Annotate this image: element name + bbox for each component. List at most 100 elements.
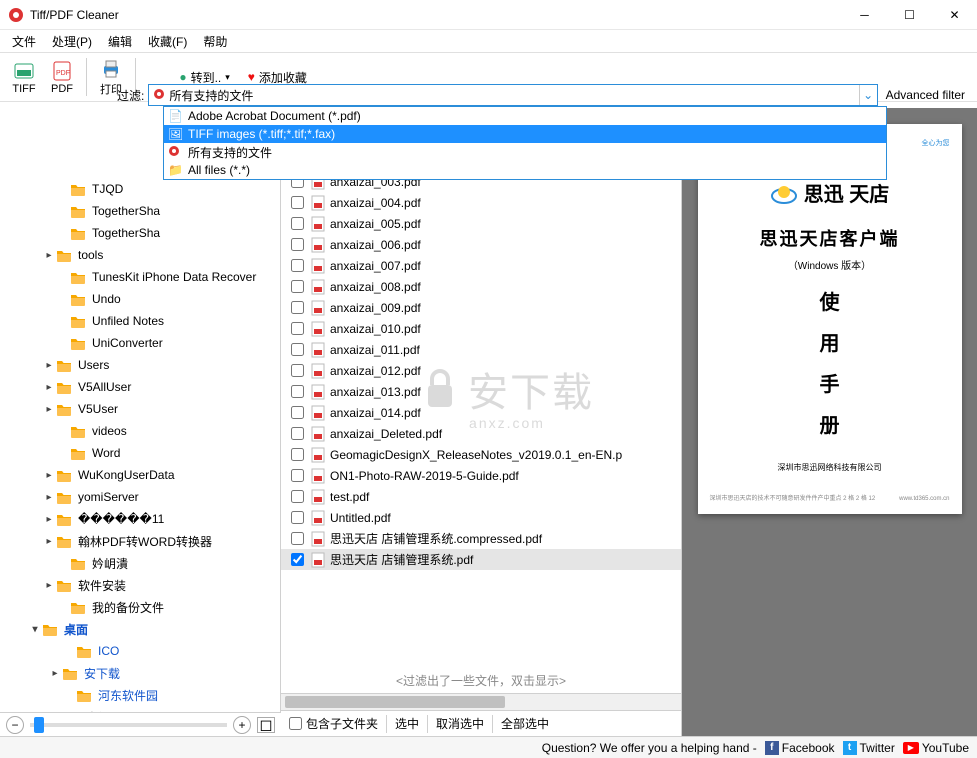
expand-arrow-icon[interactable]: ▸	[42, 250, 56, 261]
expand-arrow-icon[interactable]: ▾	[28, 624, 42, 635]
include-subfolders[interactable]: 包含子文件夹	[281, 712, 386, 735]
tree-item[interactable]: videos	[0, 420, 280, 442]
filter-combobox[interactable]: 所有支持的文件 ⌄	[148, 84, 877, 106]
tree-item[interactable]: ▸yomiServer	[0, 486, 280, 508]
expand-arrow-icon[interactable]: ▸	[42, 580, 56, 591]
pdf-button[interactable]: PDF PDF	[44, 57, 80, 97]
filtered-note[interactable]: <过滤出了一些文件，双击显示>	[281, 672, 681, 689]
file-checkbox[interactable]	[291, 364, 304, 377]
file-row[interactable]: ON1-Photo-RAW-2019-5-Guide.pdf	[281, 465, 681, 486]
tree-item[interactable]: ▸WuKongUserData	[0, 464, 280, 486]
expand-arrow-icon[interactable]: ▸	[42, 360, 56, 371]
tree-item[interactable]: ▸������11	[0, 508, 280, 530]
file-row[interactable]: anxaizai_013.pdf	[281, 381, 681, 402]
tree-item[interactable]: TJQD	[0, 178, 280, 200]
minimize-button[interactable]: ─	[842, 0, 887, 30]
file-row[interactable]: anxaizai_006.pdf	[281, 234, 681, 255]
file-checkbox[interactable]	[291, 406, 304, 419]
file-checkbox[interactable]	[291, 469, 304, 482]
youtube-link[interactable]: ▶YouTube	[903, 741, 969, 755]
zoom-in-button[interactable]: +	[233, 716, 251, 734]
tree-item[interactable]: TogetherSha	[0, 222, 280, 244]
file-row[interactable]: anxaizai_004.pdf	[281, 192, 681, 213]
file-row[interactable]: anxaizai_007.pdf	[281, 255, 681, 276]
tree-item[interactable]: ▾桌面	[0, 618, 280, 640]
file-row[interactable]: GeomagicDesignX_ReleaseNotes_v2019.0.1_e…	[281, 444, 681, 465]
checkall-button[interactable]: 全部选中	[493, 712, 557, 735]
file-checkbox[interactable]	[291, 196, 304, 209]
tree-item[interactable]: ▸V5User	[0, 398, 280, 420]
file-checkbox[interactable]	[291, 385, 304, 398]
expand-arrow-icon[interactable]: ▸	[42, 514, 56, 525]
file-checkbox[interactable]	[291, 532, 304, 545]
close-button[interactable]: ✕	[932, 0, 977, 30]
file-row[interactable]: anxaizai_009.pdf	[281, 297, 681, 318]
tree-item[interactable]: 我的备份文件	[0, 596, 280, 618]
dropdown-item-pdf[interactable]: 📄Adobe Acrobat Document (*.pdf)	[164, 107, 886, 125]
file-row[interactable]: 思迅天店 店铺管理系统.pdf	[281, 549, 681, 570]
expand-arrow-icon[interactable]: ▸	[42, 470, 56, 481]
file-row[interactable]: anxaizai_014.pdf	[281, 402, 681, 423]
menu-process[interactable]: 处理(P)	[44, 31, 100, 52]
zoom-slider[interactable]	[30, 723, 227, 727]
tree-item[interactable]: ▸翰林PDF转WORD转换器	[0, 530, 280, 552]
file-checkbox[interactable]	[291, 553, 304, 566]
maximize-button[interactable]: ☐	[887, 0, 932, 30]
facebook-link[interactable]: fFacebook	[765, 741, 835, 755]
tree-item[interactable]: TogetherSha	[0, 200, 280, 222]
file-checkbox[interactable]	[291, 427, 304, 440]
file-checkbox[interactable]	[291, 490, 304, 503]
file-checkbox[interactable]	[291, 448, 304, 461]
tree-item[interactable]: ▸tools	[0, 244, 280, 266]
tree-item[interactable]: Undo	[0, 288, 280, 310]
file-row[interactable]: test.pdf	[281, 486, 681, 507]
file-checkbox[interactable]	[291, 301, 304, 314]
tree-item[interactable]: Word	[0, 442, 280, 464]
file-row[interactable]: 思迅天店 店铺管理系统.compressed.pdf	[281, 528, 681, 549]
uncheck-button[interactable]: 取消选中	[428, 712, 492, 735]
chevron-down-icon[interactable]: ⌄	[859, 85, 877, 105]
tree-item[interactable]: TunesKit iPhone Data Recover	[0, 266, 280, 288]
tree-item[interactable]: UniConverter	[0, 332, 280, 354]
file-row[interactable]: anxaizai_012.pdf	[281, 360, 681, 381]
tree-item[interactable]: ICO	[0, 640, 280, 662]
file-checkbox[interactable]	[291, 343, 304, 356]
dropdown-item-tiff[interactable]: 🖼TIFF images (*.tiff;*.tif;*.fax)	[164, 125, 886, 143]
file-row[interactable]: anxaizai_008.pdf	[281, 276, 681, 297]
filelist-hscrollbar[interactable]	[281, 693, 681, 710]
tree-item[interactable]: ▸V5AllUser	[0, 376, 280, 398]
fit-button[interactable]: ◻	[257, 717, 275, 733]
menu-file[interactable]: 文件	[4, 31, 44, 52]
check-button[interactable]: 选中	[387, 712, 427, 735]
expand-arrow-icon[interactable]: ▸	[42, 382, 56, 393]
tree-item[interactable]: Unfiled Notes	[0, 310, 280, 332]
file-row[interactable]: anxaizai_005.pdf	[281, 213, 681, 234]
file-checkbox[interactable]	[291, 322, 304, 335]
tree-item[interactable]: ▸Users	[0, 354, 280, 376]
tree-item[interactable]: 妗岄潰	[0, 552, 280, 574]
tree-item[interactable]: ▸安下载	[0, 662, 280, 684]
advanced-filter-link[interactable]: Advanced filter	[882, 88, 969, 102]
tiff-button[interactable]: TIFF	[6, 57, 42, 97]
expand-arrow-icon[interactable]: ▸	[42, 492, 56, 503]
file-checkbox[interactable]	[291, 259, 304, 272]
expand-arrow-icon[interactable]: ▸	[42, 536, 56, 547]
tree-item[interactable]: ▸软件安装	[0, 574, 280, 596]
dropdown-item-all[interactable]: 📁All files (*.*)	[164, 161, 886, 179]
file-checkbox[interactable]	[291, 217, 304, 230]
file-checkbox[interactable]	[291, 511, 304, 524]
expand-arrow-icon[interactable]: ▸	[42, 404, 56, 415]
file-row[interactable]: anxaizai_010.pdf	[281, 318, 681, 339]
twitter-link[interactable]: tTwitter	[843, 741, 895, 755]
expand-arrow-icon[interactable]: ▸	[48, 668, 62, 679]
file-checkbox[interactable]	[291, 280, 304, 293]
file-row[interactable]: anxaizai_011.pdf	[281, 339, 681, 360]
menu-edit[interactable]: 编辑	[100, 31, 140, 52]
tree-item[interactable]: 河东软件园	[0, 684, 280, 706]
dropdown-item-supported[interactable]: 所有支持的文件	[164, 143, 886, 161]
file-checkbox[interactable]	[291, 238, 304, 251]
menu-favorites[interactable]: 收藏(F)	[140, 31, 195, 52]
zoom-out-button[interactable]: −	[6, 716, 24, 734]
menu-help[interactable]: 帮助	[195, 31, 235, 52]
file-row[interactable]: anxaizai_Deleted.pdf	[281, 423, 681, 444]
